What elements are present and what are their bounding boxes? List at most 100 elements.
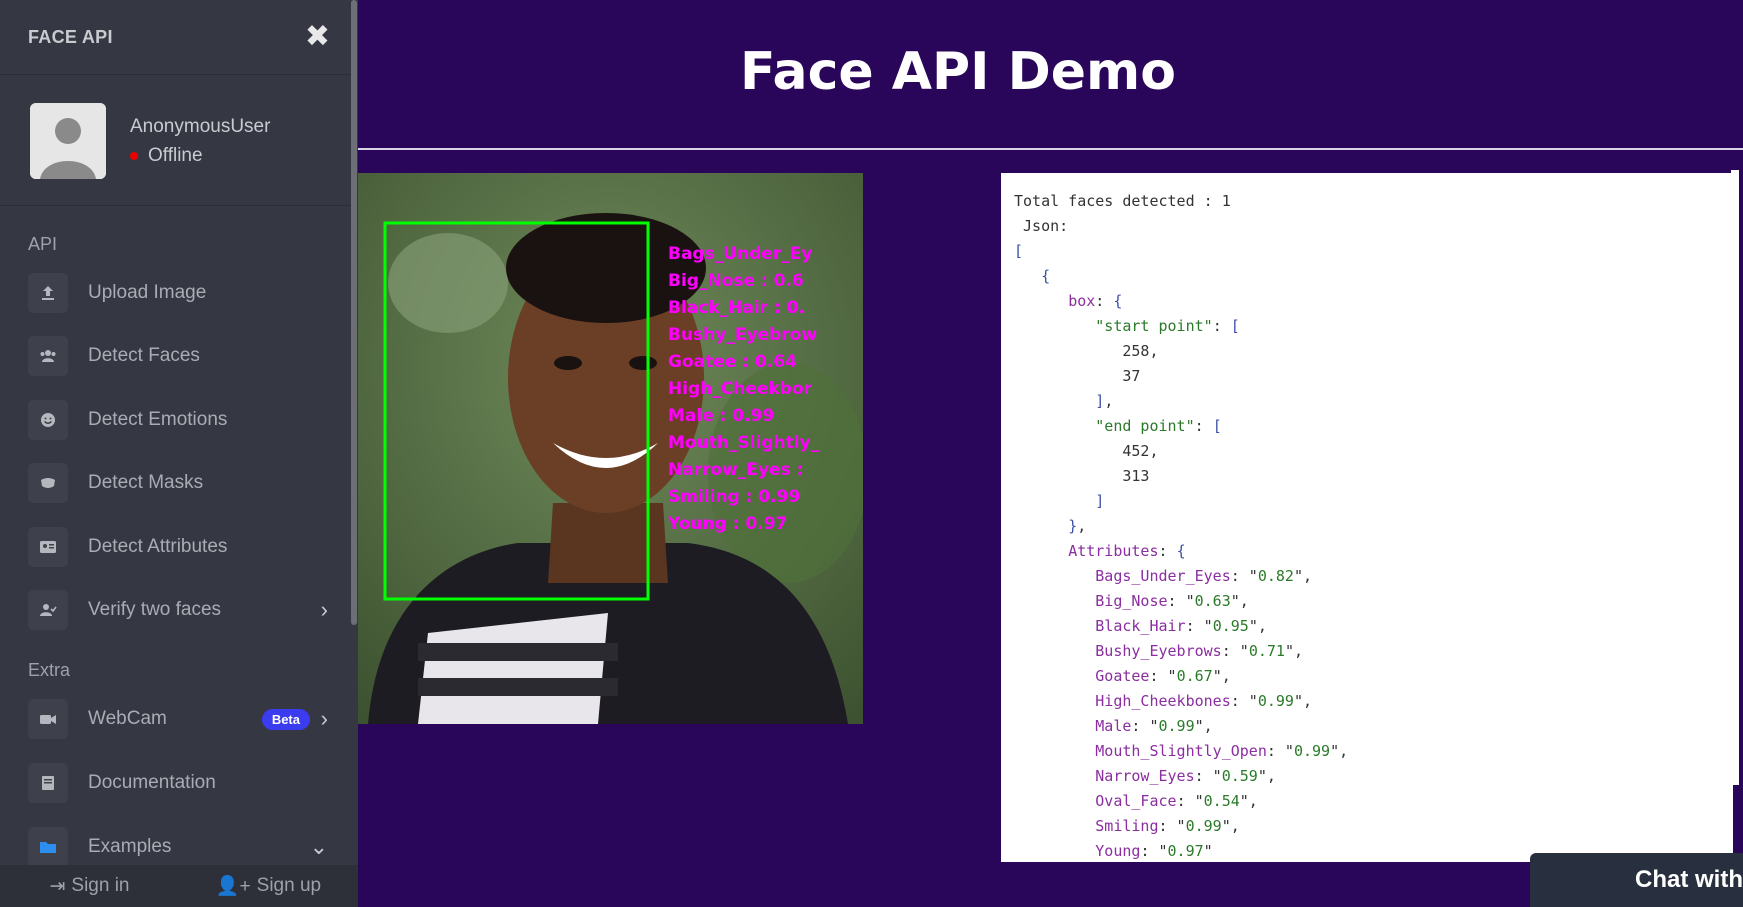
sign-up-label: Sign up xyxy=(256,875,322,896)
beta-badge: Beta xyxy=(261,708,310,730)
sidebar-footer: ⇥ Sign in 👤+ Sign up xyxy=(0,865,358,907)
attribute-key: Narrow_Eyes xyxy=(1095,767,1195,785)
chevron-right-icon: › xyxy=(320,597,328,623)
attribute-value: 0.99 xyxy=(1293,742,1331,760)
attribute-overlay-label: Narrow_Eyes : xyxy=(668,460,803,480)
user-check-icon xyxy=(28,590,68,631)
menu-item-webcam[interactable]: WebCam Beta › xyxy=(0,687,358,751)
status-dot-icon xyxy=(130,151,138,160)
attribute-value: 0.71 xyxy=(1248,642,1285,660)
result-photo: Bags_Under_Ey Big_Nose : 0.6 Black_Hair : … xyxy=(358,173,863,724)
extra-menu: WebCam Beta › Documentation Examples ⌄ xyxy=(0,687,358,879)
attribute-key: Smiling xyxy=(1095,817,1159,835)
attribute-overlay-label: Mouth_Slightly_ xyxy=(668,433,820,453)
attribute-overlay-label: Young : 0.97 xyxy=(667,514,787,534)
attribute-line: High_Cheekbones: "0.99", xyxy=(1095,692,1313,710)
attribute-line: Smiling: "0.99", xyxy=(1095,817,1240,835)
page-title: Face API Demo xyxy=(740,42,1176,102)
attribute-line: Bags_Under_Eyes: "0.82", xyxy=(1095,567,1313,585)
attribute-value: 0.97 xyxy=(1167,842,1204,860)
sidebar: FACE API ✖ AnonymousUser Offline API Upl… xyxy=(0,0,358,907)
attribute-key: Goatee xyxy=(1095,667,1150,685)
attribute-value: 0.67 xyxy=(1176,667,1213,685)
json-panel-scrollbar[interactable] xyxy=(1731,170,1739,785)
attribute-value: 0.99 xyxy=(1185,817,1222,835)
attribute-key: Bags_Under_Eyes xyxy=(1095,567,1231,585)
attribute-line: Oval_Face: "0.54", xyxy=(1095,792,1258,810)
attribute-value: 0.99 xyxy=(1257,692,1294,710)
attribute-overlay-label: Big_Nose : 0.6 xyxy=(668,271,804,291)
menu-label: Documentation xyxy=(88,772,216,793)
smile-icon xyxy=(28,399,68,440)
mask-icon xyxy=(28,463,68,504)
main-content: Face API Demo Bags_Under_Ey Big_Nose: 0… xyxy=(358,0,1743,907)
start-point-x: 258 xyxy=(1122,342,1150,360)
sign-in-button[interactable]: ⇥ Sign in xyxy=(0,875,179,898)
menu-label: Detect Attributes xyxy=(88,535,228,557)
menu-label: Detect Masks xyxy=(88,472,204,494)
json-result-panel: Total faces detected : 1 Json: [ { box: … xyxy=(1001,173,1733,862)
menu-item-detect-masks[interactable]: Detect Masks xyxy=(0,452,358,516)
attribute-overlay-label: Black_Hair : 0. xyxy=(668,298,805,318)
attribute-key: Young xyxy=(1095,842,1141,860)
sign-in-icon: ⇥ xyxy=(49,875,66,897)
attribute-line: Mouth_Slightly_Open: "0.99", xyxy=(1095,742,1349,760)
brand-title: FACE API xyxy=(28,26,113,47)
attribute-value: 0.99 xyxy=(1158,717,1195,735)
user-status: Offline xyxy=(130,145,270,167)
close-icon[interactable]: ✖ xyxy=(305,22,330,52)
start-point-y: 37 xyxy=(1122,367,1141,385)
attribute-key: Black_Hair xyxy=(1095,617,1186,635)
id-card-icon xyxy=(28,526,68,567)
json-result: Total faces detected : 1 Json: [ { box: … xyxy=(1014,192,1349,860)
menu-item-documentation[interactable]: Documentation xyxy=(0,751,358,815)
attribute-line: Big_Nose: "0.63", xyxy=(1095,592,1249,610)
attribute-overlay-label: Bushy_Eyebrow xyxy=(668,325,817,345)
attribute-key: Mouth_Slightly_Open xyxy=(1095,742,1267,760)
users-icon xyxy=(28,336,68,377)
chat-label: Chat with xyxy=(1635,866,1743,893)
upload-icon xyxy=(28,272,68,313)
attribute-key: Bushy_Eyebrows xyxy=(1095,642,1222,660)
attribute-overlay-label: Bags_Under_Ey xyxy=(668,244,812,264)
attribute-overlay-label: High_Cheekbor xyxy=(668,379,813,399)
user-name: AnonymousUser xyxy=(130,115,271,137)
attribute-value: 0.95 xyxy=(1212,617,1249,635)
attribute-overlay-label: Goatee : 0.64 xyxy=(668,352,797,372)
menu-item-upload-image[interactable]: Upload Image xyxy=(0,261,358,325)
attribute-line: Goatee: "0.67", xyxy=(1095,667,1231,685)
menu-label: Verify two faces xyxy=(88,599,222,621)
menu-item-detect-emotions[interactable]: Detect Emotions xyxy=(0,388,358,452)
attribute-key: Big_Nose xyxy=(1095,592,1168,610)
sign-up-button[interactable]: 👤+ Sign up xyxy=(179,874,358,898)
avatar xyxy=(30,103,106,179)
sign-in-label: Sign in xyxy=(71,875,130,896)
menu-label: Upload Image xyxy=(88,281,207,303)
attribute-key: Oval_Face xyxy=(1095,792,1177,810)
api-menu: Upload Image Detect Faces Detect Emotion… xyxy=(0,261,358,642)
menu-item-detect-faces[interactable]: Detect Faces xyxy=(0,325,358,389)
attribute-line: Bushy_Eyebrows: "0.71", xyxy=(1095,642,1303,660)
chevron-down-icon: ⌄ xyxy=(309,834,328,859)
section-extra: Extra xyxy=(28,660,71,680)
folder-icon xyxy=(28,827,68,867)
menu-item-verify-two-faces[interactable]: Verify two faces › xyxy=(0,579,358,643)
attribute-value: 0.59 xyxy=(1221,767,1258,785)
video-icon xyxy=(28,699,68,739)
user-panel: AnonymousUser Offline xyxy=(0,75,358,206)
attribute-key: Male xyxy=(1095,717,1132,735)
sidebar-header: FACE API ✖ xyxy=(0,0,358,75)
menu-label: Detect Faces xyxy=(88,345,200,367)
menu-label: Examples xyxy=(88,836,172,857)
sidebar-scrollbar[interactable] xyxy=(351,0,357,625)
attribute-line: Young: "0.97" xyxy=(1095,842,1213,860)
menu-item-detect-attributes[interactable]: Detect Attributes xyxy=(0,515,358,579)
attribute-line: Black_Hair: "0.95", xyxy=(1095,617,1267,635)
attribute-overlay-label: Male : 0.99 xyxy=(668,406,774,426)
attribute-line: Narrow_Eyes: "0.59", xyxy=(1095,767,1276,785)
attribute-key: High_Cheekbones xyxy=(1095,692,1231,710)
total-faces-label: Total faces detected : 1 xyxy=(1014,192,1231,210)
json-label: Json: xyxy=(1023,217,1069,235)
chat-widget-button[interactable]: Chat with xyxy=(1530,853,1743,907)
book-icon xyxy=(28,763,68,803)
